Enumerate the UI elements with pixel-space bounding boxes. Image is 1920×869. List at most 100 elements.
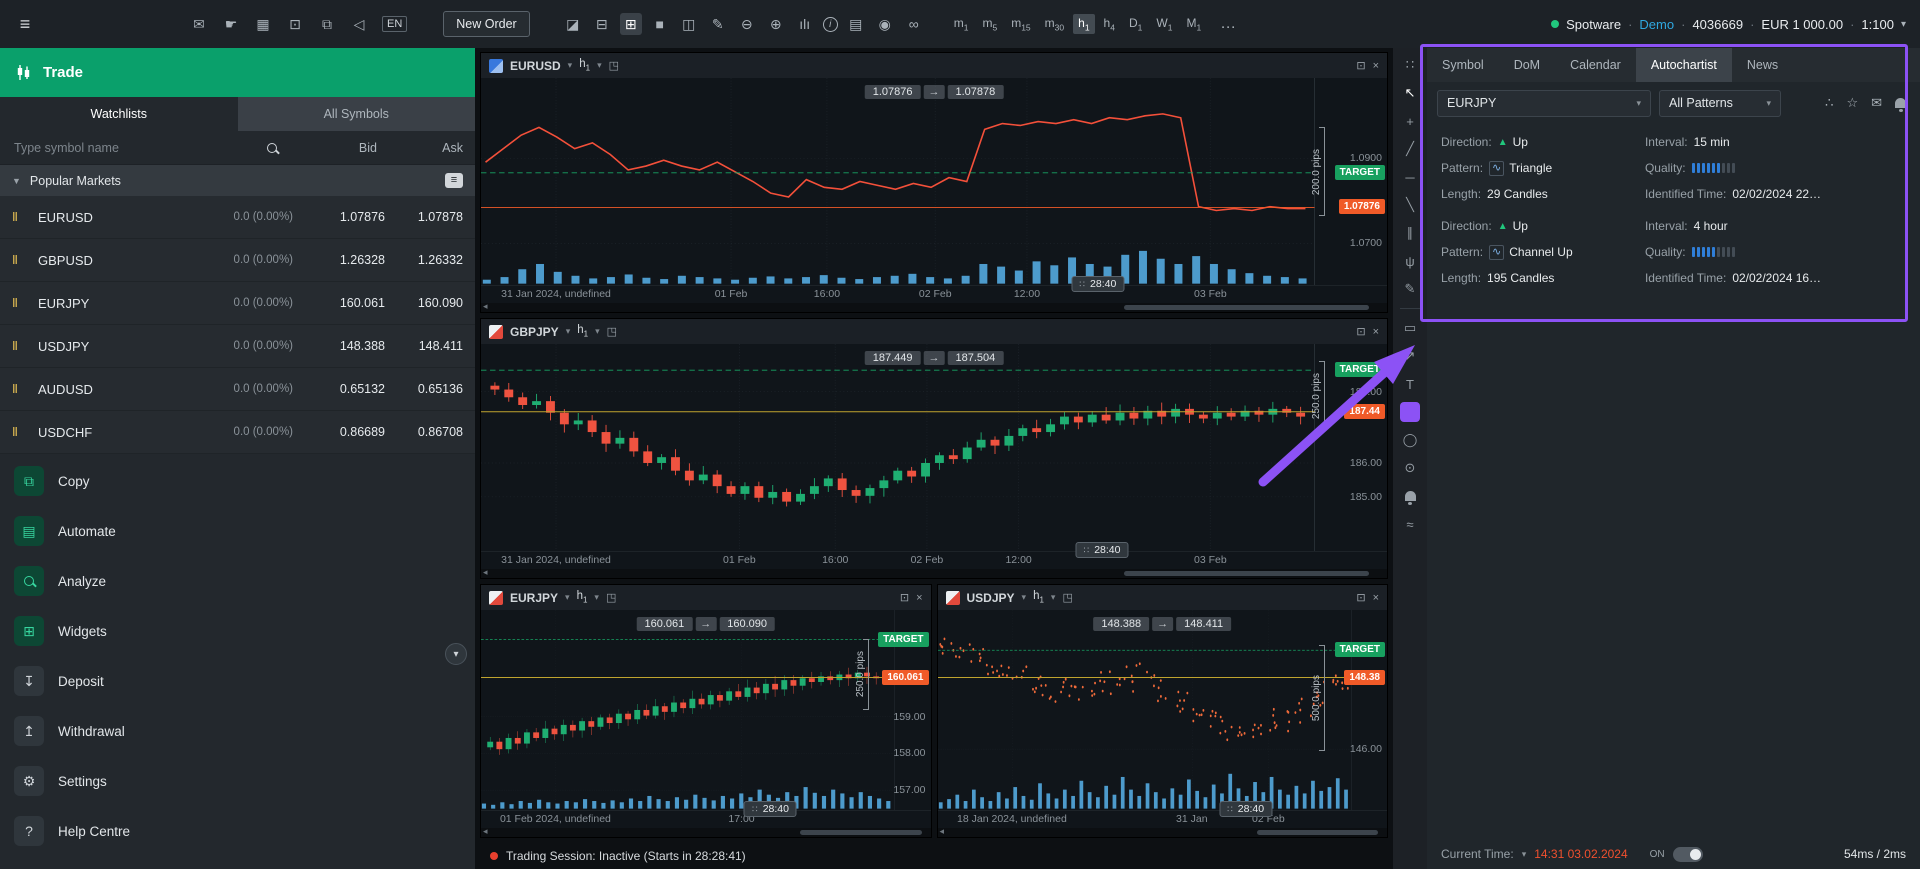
screenshot-camera-icon[interactable]: ⊙ [1397, 455, 1423, 481]
maximize-chart-icon[interactable]: ⊡ [1356, 591, 1365, 604]
symbol-dropdown-caret[interactable]: ▾ [566, 326, 571, 337]
symbol-dropdown-caret[interactable]: ▾ [565, 592, 570, 603]
symbol-dropdown-caret[interactable]: ▾ [1022, 592, 1027, 603]
timeframe-W1-button[interactable]: W1 [1151, 14, 1177, 34]
chart-timeframe-label[interactable]: h1 [579, 58, 590, 72]
notification-bell-icon[interactable] [1895, 98, 1906, 108]
pattern-result-1[interactable]: Direction: ▲ Up Interval: 15 min Pattern: ∿ Tri… [1441, 134, 1906, 202]
popout-chart-icon[interactable]: ◳ [606, 591, 616, 604]
chart-window-icon[interactable]: ◪ [562, 16, 584, 33]
single-pane-icon[interactable]: ■ [649, 16, 671, 32]
watchlist-row-EURJPY[interactable]: ‖ EURJPY 0.0 (0.00%) 160.061 160.090 [0, 282, 475, 325]
info-icon[interactable]: i [822, 16, 838, 32]
timeframe-h1-button[interactable]: h1 [1073, 13, 1095, 35]
split-pane-icon[interactable]: ◫ [678, 16, 700, 33]
timeframe-h4-button[interactable]: h4 [1099, 14, 1120, 34]
scrollbar-thumb[interactable] [1256, 830, 1378, 836]
trade-section-header[interactable]: Trade [0, 48, 475, 97]
collapse-menu-button[interactable]: ▾ [445, 643, 467, 665]
drag-handle-icon[interactable]: ∷ [1397, 52, 1423, 78]
timeframe-m5-button[interactable]: m5 [977, 14, 1002, 34]
scroll-left-arrow-icon[interactable]: ◂ [483, 301, 488, 312]
symbol-select[interactable]: EURJPY ▾ [1437, 89, 1651, 117]
watchlist-row-AUDUSD[interactable]: ‖ AUDUSD 0.0 (0.00%) 0.65132 0.65136 [0, 368, 475, 411]
popout-chart-icon[interactable]: ◳ [1062, 591, 1072, 604]
timeframe-m15-button[interactable]: m15 [1006, 14, 1035, 34]
rectangle-tool-icon[interactable] [1400, 402, 1420, 422]
watchlist-row-GBPUSD[interactable]: ‖ GBPUSD 0.0 (0.00%) 1.26328 1.26332 [0, 239, 475, 282]
menu-item-withdrawal[interactable]: ↥ Withdrawal [0, 706, 475, 756]
close-chart-icon[interactable]: × [1373, 326, 1379, 338]
layers-icon[interactable]: ▤ [845, 16, 867, 33]
timeframe-m30-button[interactable]: m30 [1040, 14, 1069, 34]
language-badge[interactable]: EN [382, 16, 408, 32]
zoom-out-icon[interactable]: ⊖ [736, 16, 758, 33]
watchlist-tab-all-symbols[interactable]: All Symbols [238, 97, 476, 131]
chart-timeframe-label[interactable]: h1 [577, 590, 588, 604]
chart-scrollbar[interactable]: ◂ [937, 826, 1387, 838]
list-edit-icon[interactable]: ≡ [445, 173, 463, 188]
timeframe-D1-button[interactable]: D1 [1124, 14, 1147, 34]
text-tool-icon[interactable]: T [1397, 371, 1423, 397]
cursor-tool-icon[interactable]: ↖ [1397, 80, 1423, 106]
copy-icon[interactable]: ⧉ [316, 16, 338, 33]
watchlist-row-EURUSD[interactable]: ‖ EURUSD 0.0 (0.00%) 1.07876 1.07878 [0, 196, 475, 239]
menu-item-settings[interactable]: ⚙ Settings [0, 756, 475, 806]
scrollbar-thumb[interactable] [1124, 305, 1369, 311]
pitchfork-tool-icon[interactable]: ψ [1397, 248, 1423, 274]
shapes-tool-icon[interactable]: ▭ [1397, 315, 1423, 341]
email-alert-icon[interactable]: ✉ [1871, 95, 1882, 111]
timeframe-dropdown-caret[interactable]: ▾ [597, 60, 602, 71]
volume-profile-icon[interactable]: ılı [794, 16, 816, 32]
account-dropdown-caret[interactable]: ▾ [1901, 19, 1906, 30]
chart-edit-icon[interactable]: ✎ [707, 16, 729, 33]
chart-timeframe-label[interactable]: h1 [577, 324, 588, 338]
arrow-tool-icon[interactable]: ↗ [1397, 343, 1423, 369]
hamburger-menu-icon[interactable]: ≡ [14, 14, 36, 35]
timeframe-dropdown-caret[interactable]: ▾ [595, 326, 600, 337]
search-icon[interactable] [267, 142, 277, 153]
zoom-in-icon[interactable]: ⊕ [765, 16, 787, 33]
symbol-search-input[interactable] [12, 139, 259, 156]
popout-chart-icon[interactable]: ◳ [609, 59, 619, 72]
menu-item-analyze[interactable]: Analyze [0, 556, 475, 606]
trend-line-tool-icon[interactable]: ╱ [1397, 136, 1423, 162]
chart-scrollbar[interactable]: ◂ [481, 826, 931, 838]
watchlist-row-USDCHF[interactable]: ‖ USDCHF 0.0 (0.00%) 0.86689 0.86708 [0, 411, 475, 454]
panel-tab-autochartist[interactable]: Autochartist [1635, 48, 1732, 82]
watchlist-tab-watchlists[interactable]: Watchlists [0, 97, 238, 131]
timeframe-dropdown-caret[interactable]: ▾ [1051, 592, 1056, 603]
crop-icon[interactable]: ⊡ [284, 16, 306, 33]
close-chart-icon[interactable]: × [1373, 60, 1379, 72]
gift-icon[interactable]: ▦ [252, 16, 274, 33]
volume-icon[interactable]: ◁ [348, 16, 370, 33]
chart-timeframe-label[interactable]: h1 [1033, 590, 1044, 604]
horizontal-line-tool-icon[interactable]: ─ [1397, 164, 1423, 190]
ellipse-tool-icon[interactable]: ◯ [1397, 427, 1423, 453]
menu-item-help-centre[interactable]: ? Help Centre [0, 806, 475, 856]
timeframe-M1-button[interactable]: M1 [1181, 14, 1206, 34]
pattern-result-2[interactable]: Direction: ▲ Up Interval: 4 hour Pattern: ∿ Cha… [1441, 218, 1906, 286]
brush-tool-icon[interactable]: ✎ [1397, 276, 1423, 302]
symbol-dropdown-caret[interactable]: ▾ [568, 60, 573, 71]
crosshair-tool-icon[interactable]: + [1397, 108, 1423, 134]
scroll-left-arrow-icon[interactable]: ◂ [483, 826, 488, 837]
eye-icon[interactable]: ◉ [874, 16, 896, 33]
new-order-button[interactable]: New Order [443, 11, 530, 37]
menu-item-deposit[interactable]: ↧ Deposit [0, 656, 475, 706]
pointer-hand-icon[interactable]: ☛ [220, 16, 242, 33]
timeframe-m1-button[interactable]: m1 [949, 14, 974, 34]
link-charts-icon[interactable]: ∞ [903, 16, 925, 32]
panel-tab-symbol[interactable]: Symbol [1427, 48, 1499, 82]
grid-2x2-icon[interactable]: ⊞ [619, 13, 642, 35]
scroll-left-arrow-icon[interactable]: ◂ [483, 567, 488, 578]
share-icon[interactable]: ∴ [1825, 95, 1833, 111]
scroll-left-arrow-icon[interactable]: ◂ [940, 826, 945, 837]
menu-item-widgets[interactable]: ⊞ Widgets [0, 606, 475, 656]
panel-tab-dom[interactable]: DoM [1499, 48, 1555, 82]
popout-chart-icon[interactable]: ◳ [607, 325, 617, 338]
chart-scrollbar[interactable]: ◂ [481, 567, 1387, 579]
layout-panels-icon[interactable]: ⊟ [591, 16, 613, 33]
close-chart-icon[interactable]: × [1373, 592, 1379, 604]
scrollbar-thumb[interactable] [1124, 571, 1369, 577]
